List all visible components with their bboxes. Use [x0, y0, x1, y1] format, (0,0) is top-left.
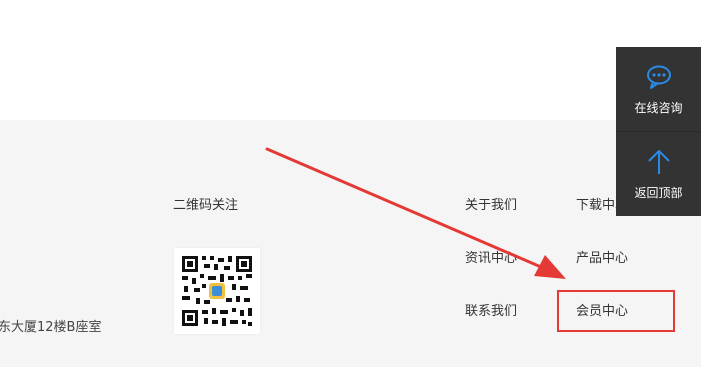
footer-link-news[interactable]: 资讯中心 — [465, 251, 517, 267]
footer-link-products[interactable]: 产品中心 — [576, 251, 628, 267]
chat-bubble-icon — [647, 65, 671, 89]
footer-link-contact[interactable]: 联系我们 — [465, 304, 517, 320]
side-panel: 在线咨询 返回顶部 — [616, 47, 701, 216]
page-top-area — [0, 0, 701, 120]
back-to-top-label: 返回顶部 — [634, 186, 683, 200]
qr-code — [174, 248, 260, 334]
qr-title: 二维码关注 — [173, 198, 239, 213]
footer-link-about[interactable]: 关于我们 — [465, 198, 517, 214]
qr-code-image — [180, 254, 254, 328]
arrow-up-icon — [648, 150, 670, 174]
highlight-box — [557, 290, 675, 332]
back-to-top-button[interactable]: 返回顶部 — [616, 132, 701, 216]
online-consult-button[interactable]: 在线咨询 — [616, 47, 701, 131]
address-text: 东大厦12楼B座室 — [0, 320, 102, 335]
online-consult-label: 在线咨询 — [634, 101, 683, 115]
